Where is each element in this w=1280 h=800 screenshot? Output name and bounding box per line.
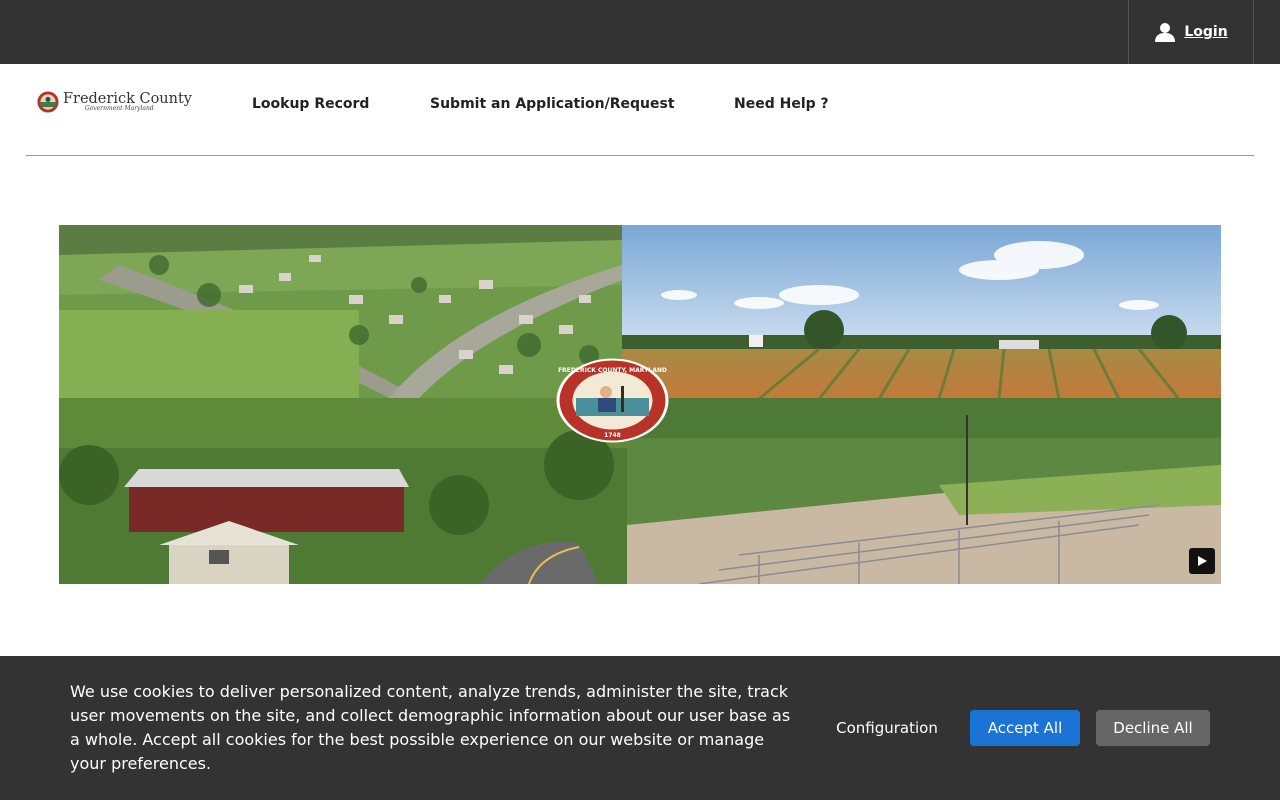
seal-year: 1748 (604, 432, 621, 439)
login-label: Login (1184, 24, 1228, 40)
farm-field-photo (622, 225, 1221, 401)
configuration-button[interactable]: Configuration (828, 710, 946, 746)
logo-script: Maryland (124, 105, 154, 113)
accept-all-button[interactable]: Accept All (970, 710, 1080, 746)
county-logo[interactable]: Frederick County Government Maryland (37, 86, 192, 118)
user-icon (1155, 23, 1176, 42)
play-button[interactable] (1189, 548, 1215, 574)
nav-submit-application[interactable]: Submit an Application/Request (430, 96, 675, 112)
logo-sub: Government (84, 105, 123, 113)
top-bar (0, 0, 1280, 64)
decline-all-button[interactable]: Decline All (1096, 710, 1210, 746)
construction-site-photo (627, 398, 1221, 584)
suburb-aerial-photo (59, 225, 622, 398)
header-divider (26, 155, 1254, 156)
logo-title: Frederick County (62, 90, 192, 107)
county-seal-icon (37, 91, 59, 113)
cookie-message: We use cookies to deliver personalized c… (70, 682, 791, 773)
county-seal-emblem: FREDERICK COUNTY, MARYLAND 1748 (556, 358, 669, 443)
seal-text: FREDERICK COUNTY, MARYLAND (558, 367, 667, 374)
nav-need-help[interactable]: Need Help ? (734, 96, 829, 112)
barn-road-photo (59, 398, 627, 584)
play-icon (1198, 556, 1207, 566)
login-link[interactable]: Login (1128, 0, 1254, 64)
nav-lookup-record[interactable]: Lookup Record (252, 96, 369, 112)
